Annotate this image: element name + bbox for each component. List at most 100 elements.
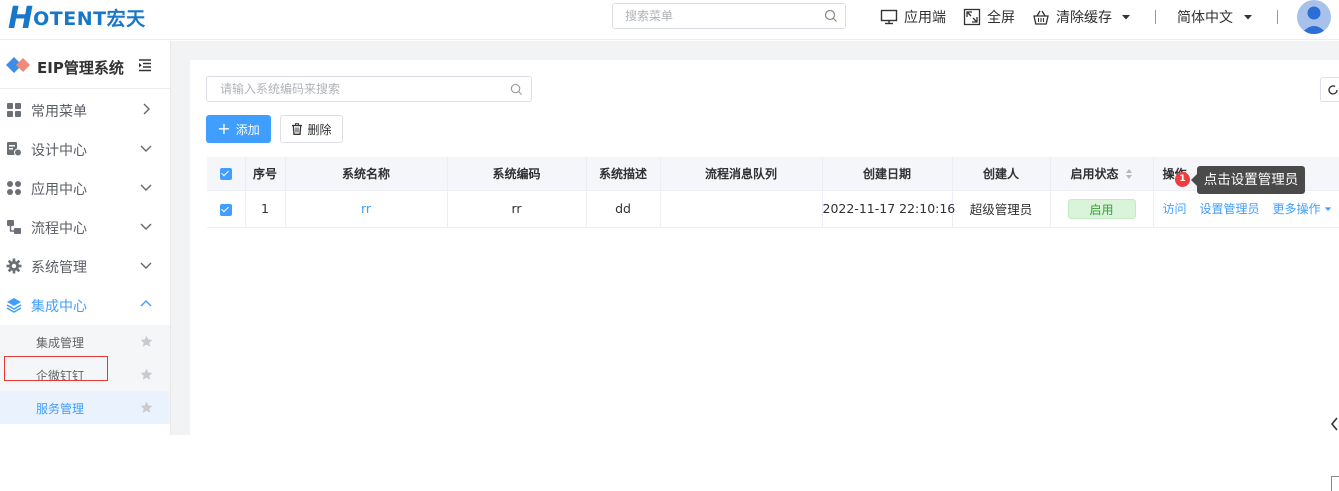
sidebar-item-label: 常用菜单 (31, 104, 87, 120)
user-avatar[interactable] (1297, 0, 1331, 34)
guide-step-badge: 1 (1175, 172, 1190, 187)
set-admin-link[interactable]: 设置管理员 (1200, 202, 1260, 216)
highlight-box (4, 356, 108, 381)
checkbox-checked-icon (219, 203, 232, 216)
guide-tooltip: 点击设置管理员 (1191, 166, 1305, 194)
menu-search-box (612, 3, 846, 29)
refresh-button[interactable] (1320, 77, 1339, 102)
search-icon[interactable] (510, 83, 523, 100)
column-header: 系统描述 (586, 157, 661, 191)
sidebar-subitem-integration-manage[interactable]: 集成管理 (0, 325, 170, 358)
caret-down-icon (1244, 15, 1252, 20)
created-date: 2022-11-17 22:10:16 (822, 190, 955, 228)
language-label: 简体中文 (1177, 10, 1233, 26)
monitor-icon (880, 9, 898, 25)
header-divider (1155, 10, 1156, 24)
creator: 超级管理员 (952, 190, 1051, 228)
brand-logo[interactable]: H OTENT宏天 (8, 3, 146, 35)
sidebar-item-system[interactable]: 系统管理 (0, 246, 170, 285)
column-header: 系统名称 (285, 157, 448, 191)
row-checkbox[interactable] (207, 190, 246, 228)
star-icon[interactable] (140, 368, 153, 381)
top-header: H OTENT宏天 应用端 全屏 清除缓存 简体中文 (0, 0, 1339, 40)
clear-cache-dropdown[interactable]: 清除缓存 (1032, 6, 1131, 28)
sidebar-item-apps[interactable]: 应用中心 (0, 168, 170, 207)
chevron-down-icon (140, 223, 152, 230)
row-index: 1 (245, 190, 286, 228)
chevron-down-icon (140, 262, 152, 269)
column-header-label: 启用状态 (1070, 166, 1119, 181)
sort-icon[interactable] (1125, 168, 1133, 180)
gear-icon (6, 258, 22, 274)
header-divider (1277, 10, 1278, 24)
menu-collapse-icon[interactable] (138, 58, 152, 72)
sidebar-item-integration[interactable]: 集成中心 (0, 285, 170, 324)
user-icon (1301, 6, 1327, 34)
layers-icon (6, 298, 22, 313)
search-icon[interactable] (824, 9, 838, 27)
sidebar-item-label: 流程中心 (31, 221, 87, 237)
system-table: 序号 系统名称 系统编码 系统描述 流程消息队列 创建日期 创建人 启用状态 操… (207, 157, 1339, 228)
basket-icon (1033, 10, 1049, 25)
visit-link[interactable]: 访问 (1163, 202, 1187, 216)
system-code-search-box (206, 76, 532, 102)
sidebar-item-label: 集成中心 (31, 299, 87, 315)
chevron-right-icon (143, 103, 150, 115)
table-row: 1 rr rr dd 2022-11-17 22:10:16 超级管理员 启用 … (207, 190, 1339, 228)
menu-search-input[interactable] (613, 4, 813, 28)
table-header-row: 序号 系统名称 系统编码 系统描述 流程消息队列 创建日期 创建人 启用状态 操… (207, 157, 1339, 191)
grid-icon (7, 103, 21, 117)
system-description: dd (586, 190, 661, 228)
star-icon[interactable] (140, 401, 153, 414)
select-all-checkbox[interactable] (207, 157, 246, 191)
sidebar-subitem-label: 集成管理 (36, 336, 85, 350)
trash-icon (292, 123, 303, 135)
delete-button[interactable]: 删除 (280, 115, 343, 143)
logo-text: OTENT宏天 (33, 8, 146, 30)
more-actions-label: 更多操作 (1272, 202, 1321, 216)
content-panel (190, 60, 1339, 435)
sidebar-item-favorites[interactable]: 常用菜单 (0, 90, 170, 129)
column-header: 序号 (245, 157, 286, 191)
caret-down-icon (1324, 207, 1331, 211)
checkbox-checked-icon (219, 167, 232, 180)
eip-logo-icon (6, 57, 30, 73)
sidebar-item-label: 设计中心 (31, 143, 87, 159)
column-header-status[interactable]: 启用状态 (1050, 157, 1154, 191)
sidebar-subitem-label: 服务管理 (36, 402, 85, 416)
flow-message-queue (660, 190, 823, 228)
chevron-down-icon (140, 184, 152, 191)
sidebar-item-design[interactable]: 设计中心 (0, 129, 170, 168)
column-header: 创建日期 (822, 157, 953, 191)
chevron-left-icon[interactable] (1330, 416, 1339, 432)
column-header: 系统编码 (447, 157, 587, 191)
fullscreen-button[interactable]: 全屏 (963, 6, 1015, 28)
clear-cache-label: 清除缓存 (1056, 10, 1112, 26)
app-end-button[interactable]: 应用端 (880, 6, 946, 28)
refresh-icon (1328, 85, 1338, 95)
system-code-search-input[interactable] (207, 77, 497, 101)
sidebar-item-label: 应用中心 (31, 182, 87, 198)
sidebar-subitem-service-manage[interactable]: 服务管理 (0, 391, 170, 424)
app-end-label: 应用端 (904, 10, 946, 26)
chevron-down-icon (140, 145, 152, 152)
sidebar-header: EIP管理系统 (0, 41, 170, 89)
sidebar-title: EIP管理系统 (37, 59, 124, 77)
expand-icon (963, 8, 981, 26)
star-icon[interactable] (140, 335, 153, 348)
logo-initial: H (8, 1, 33, 36)
add-button-label: 添加 (235, 122, 260, 137)
add-button[interactable]: + 添加 (206, 115, 271, 143)
system-name-link[interactable]: rr (285, 190, 448, 228)
plus-icon: + (217, 119, 231, 138)
sidebar-item-flow[interactable]: 流程中心 (0, 207, 170, 246)
language-dropdown[interactable]: 简体中文 (1177, 6, 1253, 28)
column-header: 流程消息队列 (660, 157, 823, 191)
sidebar-item-label: 系统管理 (31, 260, 87, 276)
system-code: rr (447, 190, 587, 228)
status-badge: 启用 (1067, 198, 1136, 219)
design-icon (7, 142, 22, 157)
more-actions-dropdown[interactable]: 更多操作 (1273, 202, 1332, 216)
chevron-up-icon (140, 300, 152, 307)
operations-cell: 访问 设置管理员 更多操作 (1153, 190, 1339, 228)
